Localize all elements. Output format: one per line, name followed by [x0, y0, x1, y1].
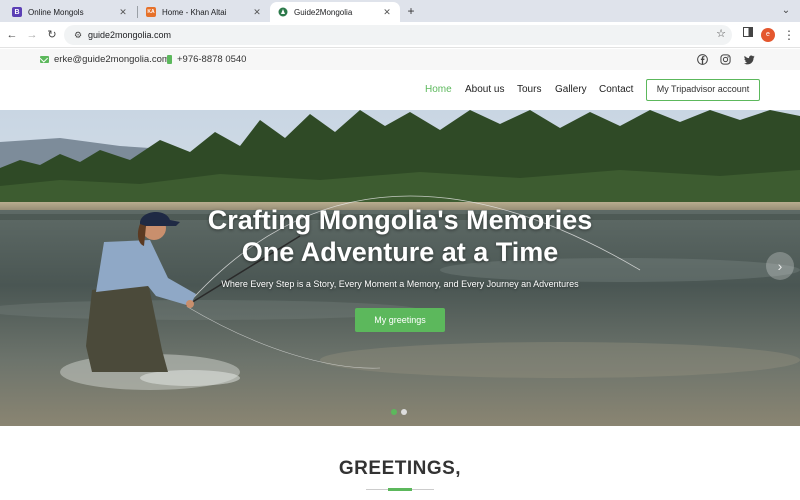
tab-title: Home - Khan Altai [162, 7, 227, 17]
browser-tab-guide2mongolia[interactable]: Guide2Mongolia ✕ [270, 2, 400, 22]
nav-home[interactable]: Home [425, 84, 452, 95]
nav-contact[interactable]: Contact [599, 84, 633, 95]
heading-divider-accent [388, 488, 412, 491]
phone-text[interactable]: +976-8878 0540 [177, 54, 246, 65]
browser-tab-khan-altai[interactable]: KA Home - Khan Altai ✕ [138, 2, 270, 22]
email-text[interactable]: erke@guide2mongolia.com [54, 54, 170, 65]
nav-gallery[interactable]: Gallery [555, 84, 587, 95]
tripadvisor-account-button[interactable]: My Tripadvisor account [646, 79, 760, 101]
reload-icon[interactable]: ↻ [44, 27, 60, 43]
hero-title-line-1: Crafting Mongolia's Memories [207, 205, 593, 235]
browser-menu-icon[interactable]: ⋮ [781, 27, 797, 43]
slider-next-arrow-icon[interactable]: › [766, 252, 794, 280]
hero-subtitle: Where Every Step is a Story, Every Momen… [221, 279, 579, 289]
instagram-icon[interactable] [720, 54, 731, 65]
tab-favicon-icon: KA [146, 7, 156, 17]
new-tab-button[interactable]: + [404, 4, 418, 18]
hero-slider: Crafting Mongolia's Memories One Adventu… [0, 110, 800, 426]
slider-dot-1[interactable] [391, 409, 397, 415]
browser-tab-online-mongols[interactable]: B Online Mongols ✕ [4, 2, 136, 22]
envelope-icon [40, 56, 49, 63]
slider-pagination [391, 409, 407, 415]
hero-background-image [0, 110, 800, 426]
twitter-icon[interactable] [744, 54, 755, 65]
tab-close-icon[interactable]: ✕ [118, 7, 128, 18]
slider-dot-2[interactable] [401, 409, 407, 415]
site-settings-icon[interactable]: ⚙ [71, 28, 85, 42]
greetings-heading: GREETINGS, [338, 458, 462, 479]
nav-tours[interactable]: Tours [517, 84, 541, 95]
address-bar[interactable]: ⚙ guide2mongolia.com ☆ [64, 25, 732, 45]
forward-arrow-icon[interactable]: → [24, 27, 40, 43]
browser-toolbar: ← → ↻ ⚙ guide2mongolia.com ☆ e ⋮ [0, 22, 800, 48]
browser-tab-bar: B Online Mongols ✕ KA Home - Khan Altai … [0, 0, 800, 22]
tab-search-icon[interactable]: ⌄ [778, 2, 794, 20]
contact-phone[interactable]: +976-8878 0540 [167, 53, 246, 66]
bookmark-star-icon[interactable]: ☆ [716, 27, 726, 40]
profile-avatar[interactable]: e [761, 28, 775, 42]
url-text[interactable]: guide2mongolia.com [88, 25, 171, 45]
facebook-icon[interactable] [697, 54, 708, 65]
tab-favicon-icon: B [12, 7, 22, 17]
nav-about-us[interactable]: About us [465, 84, 504, 95]
contact-email[interactable]: erke@guide2mongolia.com [40, 53, 170, 66]
my-greetings-button[interactable]: My greetings [355, 308, 445, 332]
side-panel-icon[interactable] [740, 27, 756, 43]
back-arrow-icon[interactable]: ← [4, 27, 20, 43]
hero-title: Crafting Mongolia's Memories One Adventu… [0, 204, 800, 268]
tab-title: Guide2Mongolia [294, 7, 353, 17]
tab-close-icon[interactable]: ✕ [252, 7, 262, 18]
phone-icon [167, 55, 172, 64]
hero-title-line-2: One Adventure at a Time [241, 237, 559, 267]
tab-favicon-icon [278, 7, 288, 17]
tab-title: Online Mongols [28, 7, 84, 17]
tab-close-icon[interactable]: ✕ [382, 7, 392, 18]
site-navigation: Home About us Tours Gallery Contact My T… [0, 70, 800, 110]
site-info-bar: erke@guide2mongolia.com +976-8878 0540 [0, 49, 800, 70]
